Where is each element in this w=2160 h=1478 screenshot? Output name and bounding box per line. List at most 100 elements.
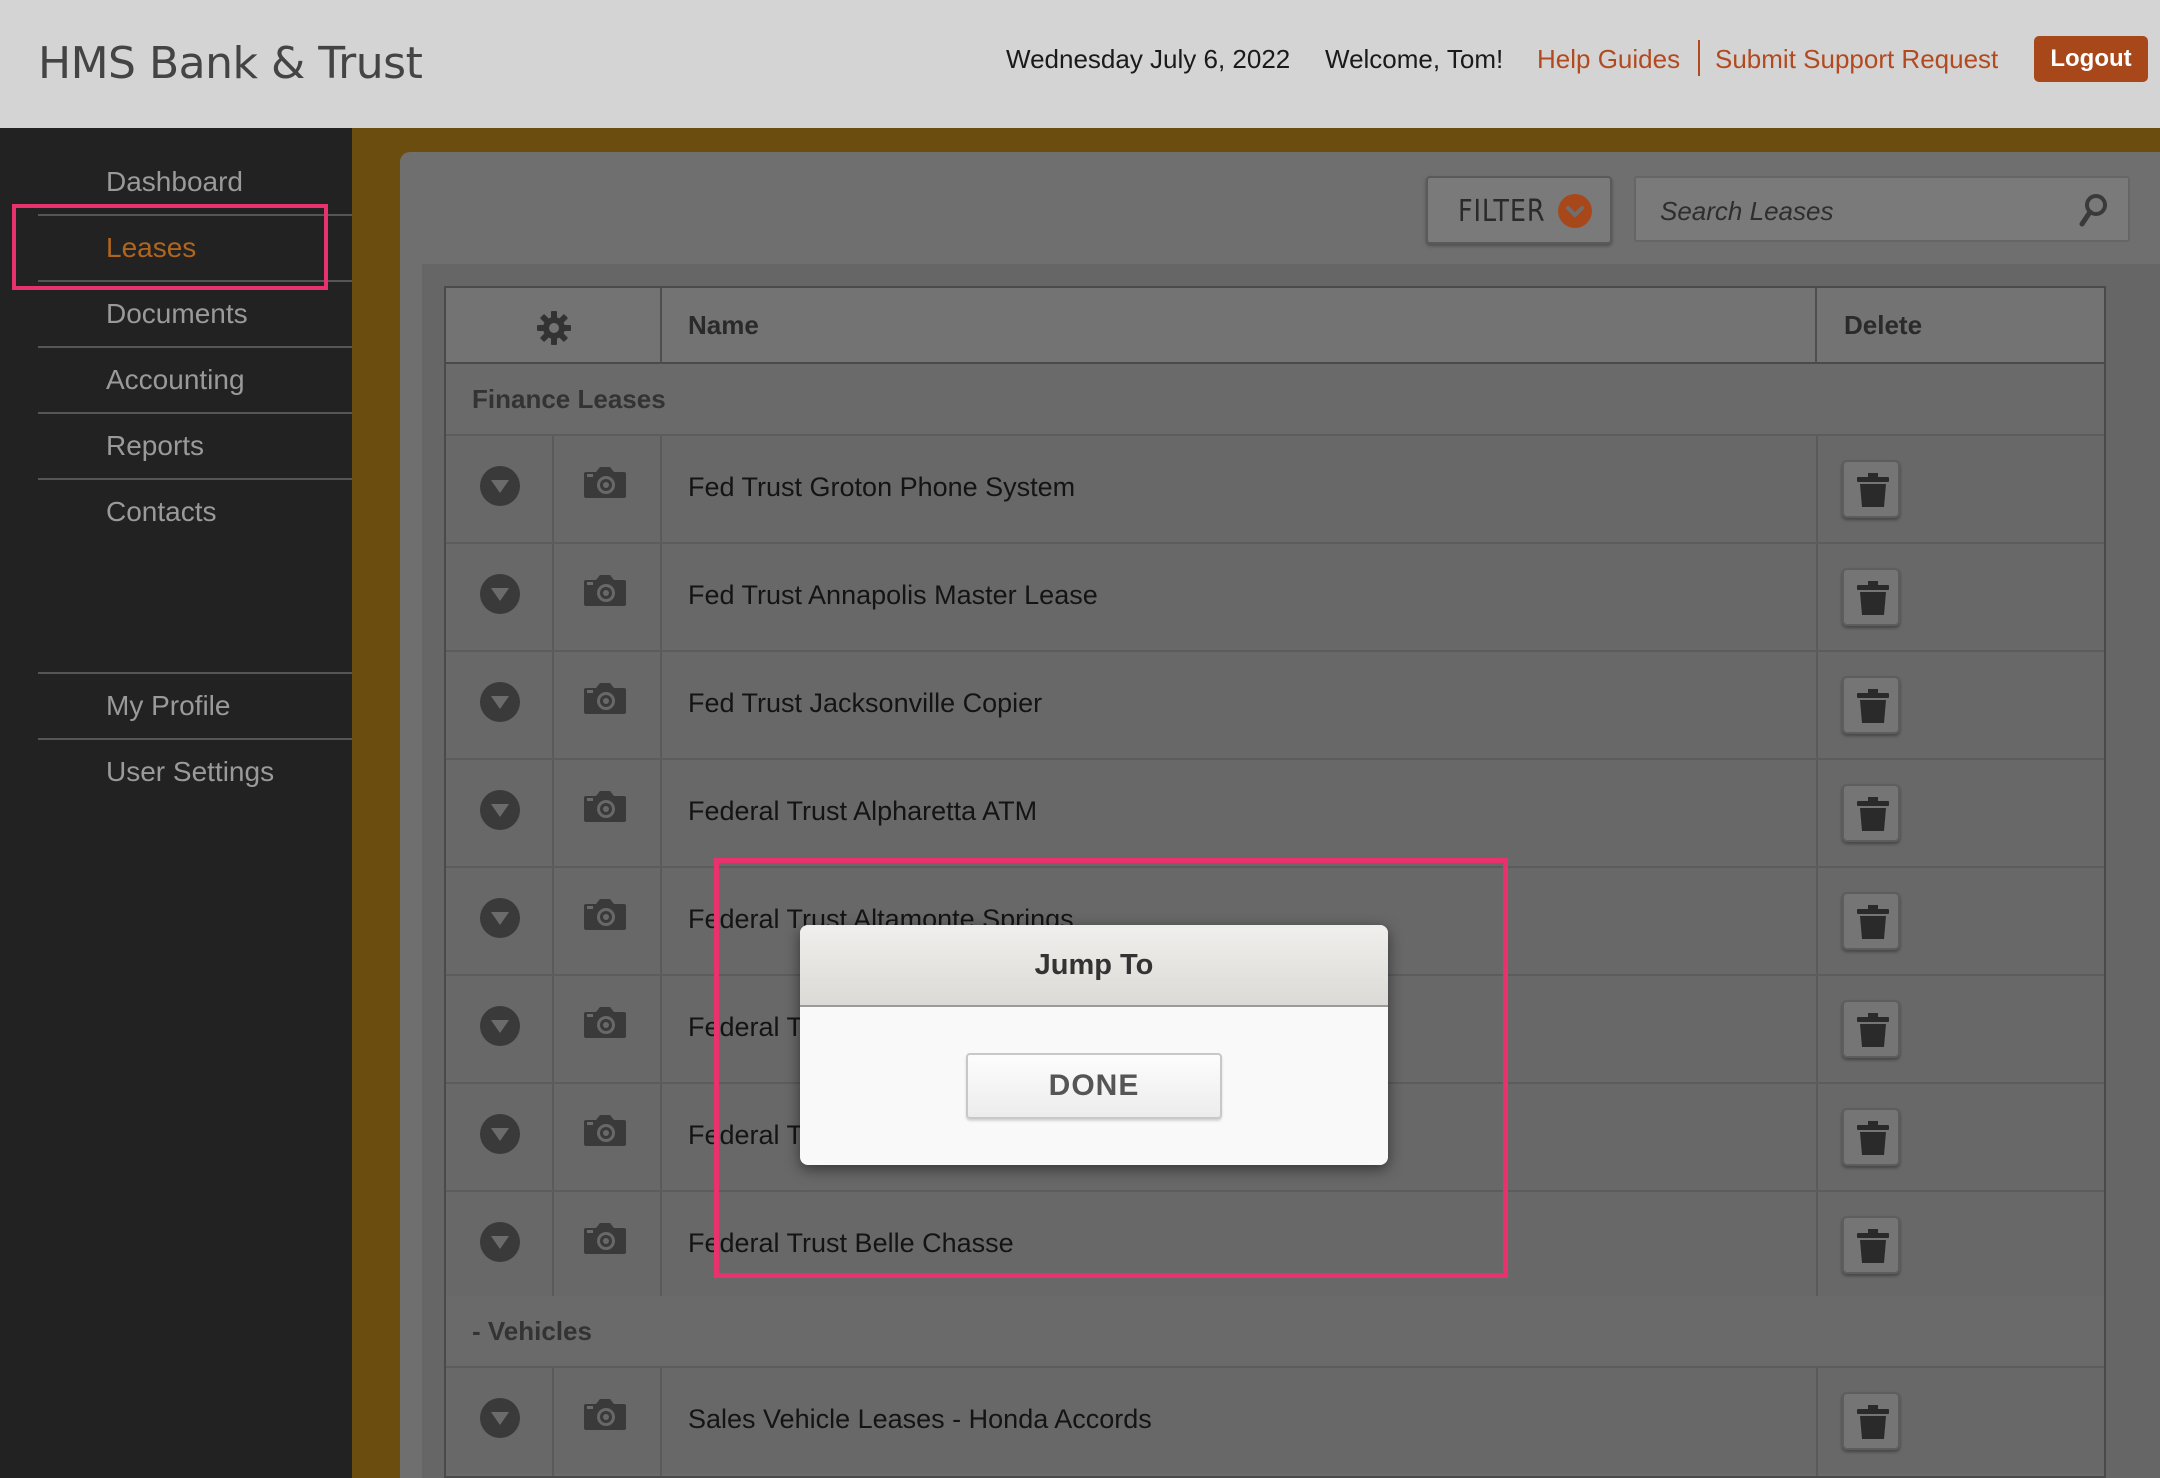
section-header-vehicles[interactable]: - Vehicles bbox=[446, 1296, 2104, 1366]
camera-icon[interactable] bbox=[582, 1220, 628, 1261]
sidebar-item-documents[interactable]: Documents bbox=[38, 282, 352, 348]
header-col-divider bbox=[1815, 288, 1817, 364]
lease-name[interactable]: Federal Trust Alpharetta ATM bbox=[688, 796, 1037, 827]
expand-row-icon[interactable] bbox=[480, 574, 520, 614]
cell-divider bbox=[660, 1368, 662, 1476]
submit-support-link[interactable]: Submit Support Request bbox=[1715, 44, 1998, 75]
cell-divider bbox=[552, 868, 554, 976]
cell-divider bbox=[1816, 436, 1818, 544]
lease-name[interactable]: Sales Vehicle Leases - Honda Accords bbox=[688, 1404, 1152, 1435]
chevron-down-icon bbox=[1558, 194, 1592, 228]
table-row[interactable]: Fed Trust Annapolis Master Lease bbox=[446, 542, 2104, 652]
camera-icon[interactable] bbox=[582, 788, 628, 829]
header-divider bbox=[1698, 40, 1700, 76]
expand-row-icon[interactable] bbox=[480, 1114, 520, 1154]
search-leases-input[interactable]: Search Leases bbox=[1634, 176, 2130, 242]
cell-divider bbox=[552, 436, 554, 544]
cell-divider bbox=[660, 1084, 662, 1192]
section-header-finance-leases: Finance Leases bbox=[446, 364, 2104, 434]
expand-row-icon[interactable] bbox=[480, 682, 520, 722]
cell-divider bbox=[1816, 652, 1818, 760]
cell-divider bbox=[1816, 868, 1818, 976]
expand-row-icon[interactable] bbox=[480, 466, 520, 506]
cell-divider bbox=[552, 760, 554, 868]
sidebar-item-label: Reports bbox=[106, 430, 205, 461]
expand-row-icon[interactable] bbox=[480, 1222, 520, 1262]
delete-button[interactable] bbox=[1842, 1000, 1900, 1058]
lease-name[interactable]: Fed Trust Groton Phone System bbox=[688, 472, 1075, 503]
cell-divider bbox=[552, 1368, 554, 1476]
brand-logo: HMS Bank & Trust bbox=[38, 38, 423, 89]
section-title: Finance Leases bbox=[472, 384, 666, 414]
delete-button[interactable] bbox=[1842, 784, 1900, 842]
jump-to-dialog: Jump To DONE bbox=[800, 925, 1388, 1165]
search-placeholder: Search Leases bbox=[1660, 196, 1834, 226]
sidebar-item-accounting[interactable]: Accounting bbox=[38, 348, 352, 414]
filter-button[interactable]: FILTER bbox=[1426, 176, 1612, 244]
delete-button[interactable] bbox=[1842, 1108, 1900, 1166]
sidebar-item-label: Contacts bbox=[106, 496, 217, 527]
logout-button[interactable]: Logout bbox=[2034, 36, 2148, 82]
delete-button[interactable] bbox=[1842, 568, 1900, 626]
expand-row-icon[interactable] bbox=[480, 790, 520, 830]
sidebar-item-label: Documents bbox=[106, 298, 248, 329]
camera-icon[interactable] bbox=[582, 572, 628, 613]
sidebar-item-my-profile[interactable]: My Profile bbox=[38, 674, 352, 740]
cell-divider bbox=[1816, 976, 1818, 1084]
camera-icon[interactable] bbox=[582, 1004, 628, 1045]
annotation-highlight-leases bbox=[12, 204, 328, 290]
help-guides-link[interactable]: Help Guides bbox=[1537, 44, 1680, 75]
table-row[interactable]: Federal Trust Alpharetta ATM bbox=[446, 758, 2104, 868]
filter-label: FILTER bbox=[1458, 194, 1546, 229]
cell-divider bbox=[1816, 544, 1818, 652]
header-col-divider bbox=[660, 288, 662, 364]
cell-divider bbox=[660, 652, 662, 760]
column-header-delete: Delete bbox=[1844, 310, 1923, 340]
sidebar-item-user-settings[interactable]: User Settings bbox=[38, 740, 352, 806]
cell-divider bbox=[660, 868, 662, 976]
expand-row-icon[interactable] bbox=[480, 1006, 520, 1046]
sidebar-item-contacts[interactable]: Contacts bbox=[38, 480, 352, 546]
delete-button[interactable] bbox=[1842, 892, 1900, 950]
camera-icon[interactable] bbox=[582, 680, 628, 721]
sidebar-item-label: Accounting bbox=[106, 364, 245, 395]
delete-button[interactable] bbox=[1842, 1392, 1900, 1450]
cell-divider bbox=[552, 1084, 554, 1192]
expand-row-icon[interactable] bbox=[480, 898, 520, 938]
cell-divider bbox=[660, 976, 662, 1084]
cell-divider bbox=[1816, 1192, 1818, 1300]
table-row[interactable]: Fed Trust Groton Phone System bbox=[446, 434, 2104, 544]
table-row[interactable]: Sales Vehicle Leases - Honda Accords bbox=[446, 1366, 2104, 1476]
cell-divider bbox=[552, 976, 554, 1084]
column-header-name[interactable]: Name bbox=[688, 310, 759, 341]
sidebar-item-reports[interactable]: Reports bbox=[38, 414, 352, 480]
sidebar-item-label: Dashboard bbox=[106, 166, 243, 197]
section-title: - Vehicles bbox=[472, 1316, 592, 1346]
camera-icon[interactable] bbox=[582, 1396, 628, 1437]
sidebar-item-label: My Profile bbox=[106, 690, 231, 721]
delete-button[interactable] bbox=[1842, 676, 1900, 734]
search-icon[interactable] bbox=[2076, 192, 2110, 230]
cell-divider bbox=[1816, 1368, 1818, 1476]
app-header: HMS Bank & Trust Wednesday July 6, 2022 … bbox=[0, 0, 2160, 128]
gear-icon[interactable] bbox=[534, 308, 574, 348]
lease-name[interactable]: Fed Trust Jacksonville Copier bbox=[688, 688, 1042, 719]
delete-button[interactable] bbox=[1842, 460, 1900, 518]
current-date: Wednesday July 6, 2022 bbox=[1006, 44, 1291, 74]
cell-divider bbox=[552, 544, 554, 652]
camera-icon[interactable] bbox=[582, 896, 628, 937]
delete-button[interactable] bbox=[1842, 1216, 1900, 1274]
dialog-header: Jump To bbox=[800, 925, 1388, 1007]
table-row[interactable]: Fed Trust Jacksonville Copier bbox=[446, 650, 2104, 760]
expand-row-icon[interactable] bbox=[480, 1398, 520, 1438]
cell-divider bbox=[1816, 1084, 1818, 1192]
done-button[interactable]: DONE bbox=[966, 1053, 1222, 1119]
camera-icon[interactable] bbox=[582, 464, 628, 505]
cell-divider bbox=[1816, 760, 1818, 868]
cell-divider bbox=[660, 1192, 662, 1300]
cell-divider bbox=[552, 652, 554, 760]
welcome-text: Welcome, Tom! bbox=[1325, 44, 1504, 74]
lease-name[interactable]: Fed Trust Annapolis Master Lease bbox=[688, 580, 1098, 611]
cell-divider bbox=[660, 760, 662, 868]
camera-icon[interactable] bbox=[582, 1112, 628, 1153]
